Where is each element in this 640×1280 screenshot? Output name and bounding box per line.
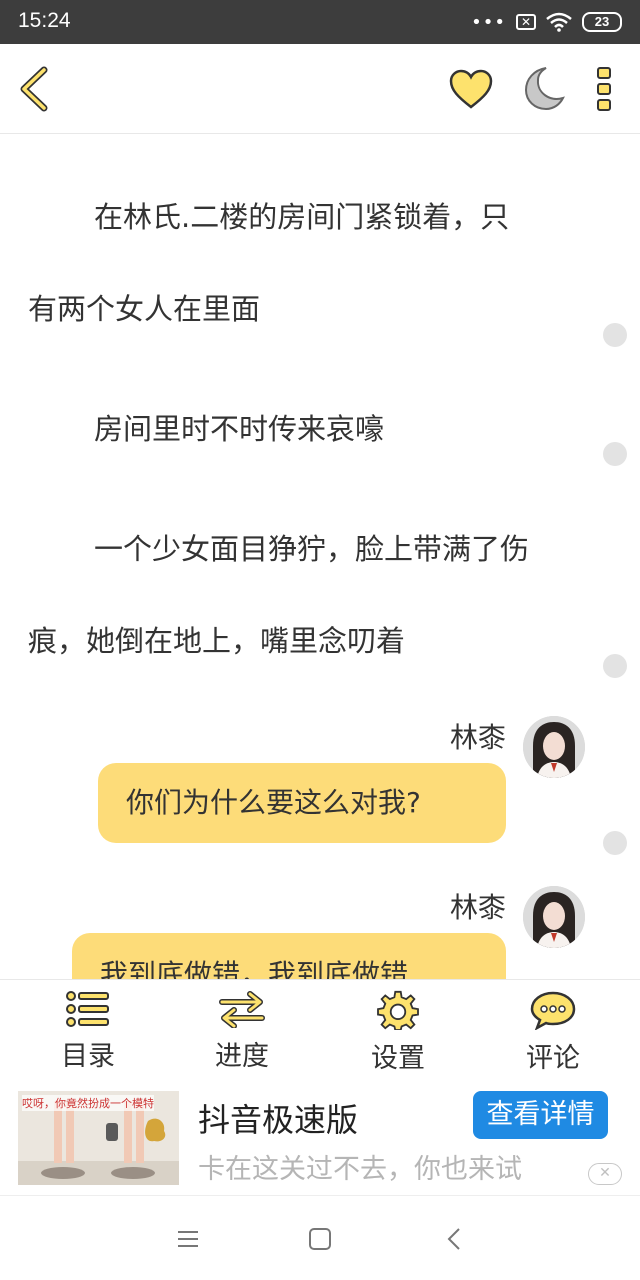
comment-dot[interactable]	[603, 442, 627, 466]
paragraph-3-line-2: 痕，她倒在地上，嘴里念叨着	[28, 624, 406, 658]
toolbar-settings-button[interactable]: 设置	[348, 990, 448, 1078]
comment-dot[interactable]	[603, 323, 627, 347]
toolbar-comments-button[interactable]: 评论	[503, 990, 603, 1078]
ad-details-button[interactable]: 查看详情	[473, 1091, 608, 1139]
speaker-name: 林桼	[449, 891, 506, 924]
toolbar-label: 评论	[526, 1043, 580, 1074]
speaker-name: 林桼	[449, 721, 506, 754]
ad-image[interactable]: 哎呀，你竟然扮成一个模特	[18, 1091, 179, 1185]
home-square-icon[interactable]	[307, 1226, 333, 1252]
comment-dot[interactable]	[603, 654, 627, 678]
notification-dots-icon: •••	[471, 11, 506, 33]
gear-icon	[377, 990, 419, 1030]
vertical-dots-icon[interactable]	[590, 64, 618, 114]
paragraph-3-line-1: 一个少女面目狰狞，脸上带满了伤	[94, 532, 530, 566]
menu-icon[interactable]	[175, 1226, 201, 1252]
battery-level: 23	[594, 14, 610, 29]
status-icons: ••• ✕ 23	[471, 8, 622, 36]
chat-bubble: 我到底做错，我到底做错	[72, 933, 506, 979]
battery-icon: 23	[582, 12, 622, 32]
toolbar-progress-button[interactable]: 进度	[192, 990, 292, 1078]
paragraph-2-line-1: 房间里时不时传来哀嚎	[94, 412, 385, 446]
ad-banner[interactable]: 哎呀，你竟然扮成一个模特 抖音极速版 卡在这关过不去，你也来试 查看详情 ✕	[0, 1079, 640, 1195]
chevron-left-icon[interactable]	[14, 64, 54, 114]
status-bar: 15:24 ••• ✕ 23	[0, 0, 640, 44]
toolbar-label: 进度	[215, 1041, 269, 1072]
heart-icon[interactable]	[448, 68, 494, 110]
top-nav	[0, 44, 640, 134]
reader-toolbar: 目录 进度 设置 评论	[0, 979, 640, 1079]
ad-title: 抖音极速版	[198, 1101, 359, 1139]
chat-bubble-icon	[530, 991, 576, 1030]
arrows-icon	[219, 991, 265, 1028]
chapter-content[interactable]: 在林氏.二楼的房间门紧锁着，只 有两个女人在里面 房间里时不时传来哀嚎 一个少女…	[0, 134, 640, 979]
wifi-icon	[546, 12, 572, 32]
ad-image-caption: 哎呀，你竟然扮成一个模特	[22, 1095, 154, 1111]
chat-bubble: 你们为什么要这么对我?	[98, 763, 506, 843]
ad-close-icon[interactable]: ✕	[588, 1163, 622, 1185]
back-triangle-icon[interactable]	[442, 1226, 468, 1252]
system-nav-bar	[0, 1195, 640, 1280]
ad-subtitle: 卡在这关过不去，你也来试	[198, 1154, 522, 1185]
comment-dot[interactable]	[603, 831, 627, 855]
toolbar-label: 设置	[371, 1043, 425, 1074]
avatar	[523, 886, 585, 948]
paragraph-1-line-2: 有两个女人在里面	[28, 292, 261, 326]
avatar	[523, 716, 585, 778]
paragraph-1-line-1: 在林氏.二楼的房间门紧锁着，只	[94, 200, 510, 234]
moon-icon[interactable]	[518, 64, 566, 112]
toolbar-catalog-button[interactable]: 目录	[38, 990, 138, 1078]
toolbar-label: 目录	[61, 1041, 115, 1072]
no-sim-icon: ✕	[516, 14, 536, 30]
list-icon	[66, 991, 109, 1027]
status-time: 15:24	[18, 9, 71, 32]
